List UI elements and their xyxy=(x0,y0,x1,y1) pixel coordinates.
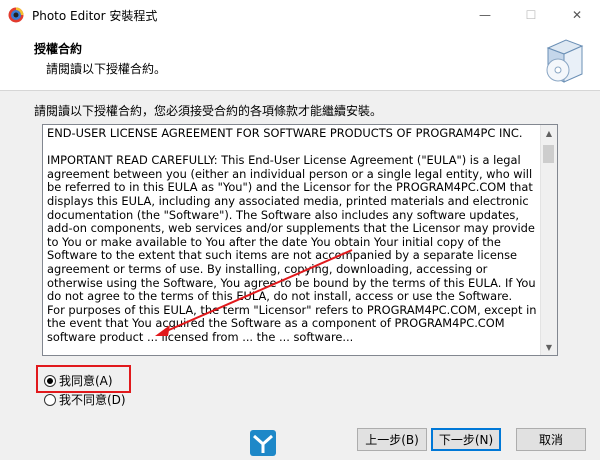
brand-logo-icon xyxy=(250,430,276,456)
disagree-radio[interactable] xyxy=(44,393,56,406)
cancel-button[interactable]: 取消 xyxy=(516,428,586,451)
next-button[interactable]: 下一步(N) xyxy=(431,428,501,451)
agree-label[interactable]: 我同意(A) xyxy=(59,372,113,389)
back-button[interactable]: 上一步(B) xyxy=(357,428,427,451)
disagree-label[interactable]: 我不同意(D) xyxy=(59,391,126,408)
agree-radio[interactable] xyxy=(44,374,56,387)
disagree-option[interactable]: 我不同意(D) xyxy=(44,391,126,408)
agree-option[interactable]: 我同意(A) xyxy=(44,372,113,389)
